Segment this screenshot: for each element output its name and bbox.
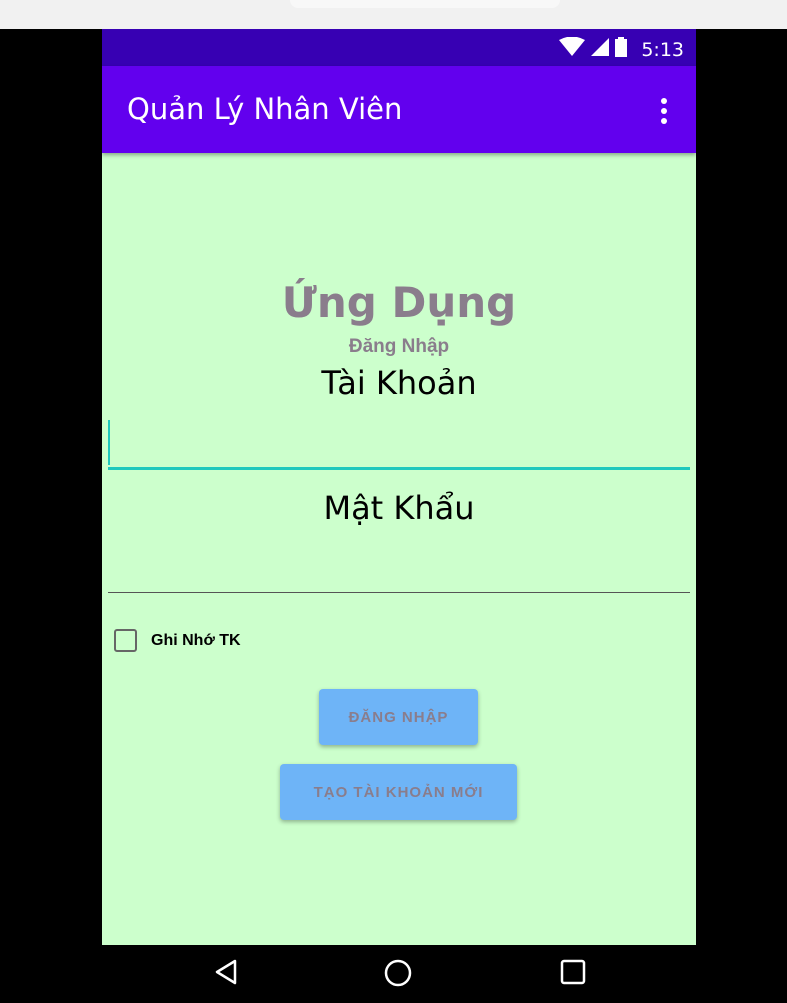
app-subheading: Đăng Nhập — [348, 336, 450, 357]
signal-icon — [591, 38, 610, 61]
device-notch — [290, 0, 560, 8]
status-time: 5:13 — [641, 38, 684, 61]
remember-row[interactable]: Ghi Nhớ TK — [114, 629, 241, 652]
navigation-bar — [0, 945, 787, 1003]
wifi-icon — [559, 36, 586, 62]
remember-label: Ghi Nhớ TK — [151, 631, 241, 649]
status-bar: 5:13 — [102, 29, 696, 66]
text-cursor — [108, 420, 110, 465]
recents-icon[interactable] — [560, 959, 586, 990]
remember-checkbox[interactable] — [114, 629, 137, 652]
app-title: Quản Lý Nhân Viên — [127, 92, 403, 126]
status-icons: 5:13 — [559, 36, 684, 62]
app-bar: Quản Lý Nhân Viên — [102, 66, 696, 153]
back-icon[interactable] — [214, 959, 238, 990]
login-button[interactable]: ĐĂNG NHẬP — [319, 689, 478, 745]
more-vert-icon[interactable] — [660, 98, 668, 126]
username-input[interactable] — [108, 417, 690, 470]
password-input[interactable] — [108, 542, 690, 593]
home-icon[interactable] — [384, 959, 412, 992]
password-label: Mật Khẩu — [323, 489, 475, 527]
phone-screen: 5:13 Quản Lý Nhân Viên Ứng Dụng Đăng Nhậ… — [102, 29, 696, 945]
app-heading: Ứng Dụng — [281, 278, 517, 327]
create-account-button[interactable]: TẠO TÀI KHOẢN MỚI — [280, 764, 517, 820]
username-label: Tài Khoản — [321, 364, 477, 402]
window-top-strip — [0, 0, 787, 29]
battery-icon — [615, 37, 628, 62]
